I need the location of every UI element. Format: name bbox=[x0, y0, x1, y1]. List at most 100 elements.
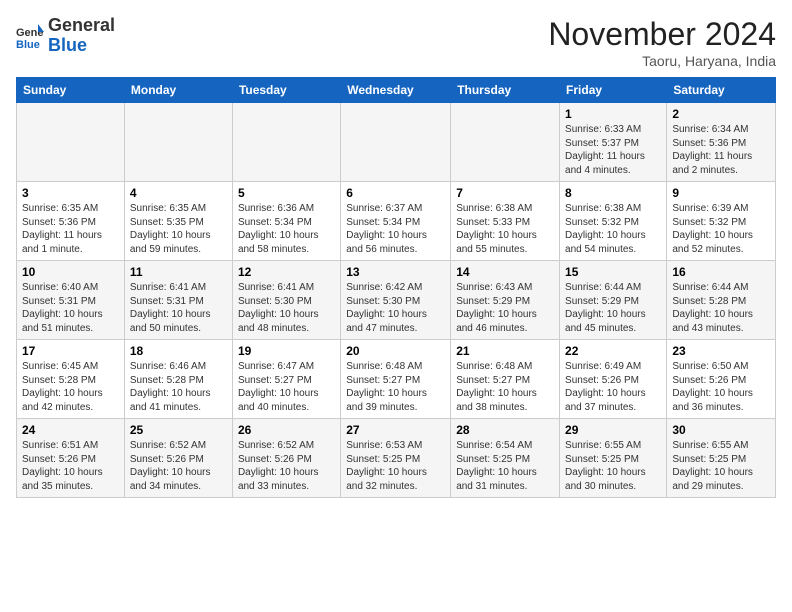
calendar-cell: 29 Sunrise: 6:55 AM Sunset: 5:25 PM Dayli… bbox=[560, 419, 667, 498]
logo: General Blue General Blue bbox=[16, 16, 115, 56]
calendar-cell: 20 Sunrise: 6:48 AM Sunset: 5:27 PM Dayli… bbox=[341, 340, 451, 419]
calendar-cell: 14Sunrise: 6:43 AM Sunset: 5:29 PM Dayli… bbox=[451, 261, 560, 340]
calendar-cell bbox=[341, 103, 451, 182]
day-info: Sunrise: 6:41 AM Sunset: 5:30 PM Dayligh… bbox=[238, 281, 335, 335]
calendar-week-row: 1Sunrise: 6:33 AM Sunset: 5:37 PM Daylig… bbox=[17, 103, 776, 182]
day-info: Sunrise: 6:45 AM Sunset: 5:28 PM Dayligh… bbox=[22, 360, 119, 414]
calendar-cell: 23 Sunrise: 6:50 AM Sunset: 5:26 PM Dayli… bbox=[667, 340, 776, 419]
calendar-cell: 5 Sunrise: 6:36 AM Sunset: 5:34 PM Daylig… bbox=[232, 182, 340, 261]
svg-text:Blue: Blue bbox=[16, 39, 40, 50]
day-info: Sunrise: 6:49 AM Sunset: 5:26 PM Dayligh… bbox=[565, 360, 661, 414]
day-number: 13 bbox=[346, 265, 445, 279]
weekday-header-friday: Friday bbox=[560, 78, 667, 103]
day-number: 23 bbox=[672, 344, 770, 358]
calendar-cell: 22 Sunrise: 6:49 AM Sunset: 5:26 PM Dayli… bbox=[560, 340, 667, 419]
day-number: 20 bbox=[346, 344, 445, 358]
day-number: 27 bbox=[346, 423, 445, 437]
day-number: 19 bbox=[238, 344, 335, 358]
day-number: 10 bbox=[22, 265, 119, 279]
day-info: Sunrise: 6:54 AM Sunset: 5:25 PM Dayligh… bbox=[456, 439, 554, 493]
day-info: Sunrise: 6:48 AM Sunset: 5:27 PM Dayligh… bbox=[456, 360, 554, 414]
day-number: 8 bbox=[565, 186, 661, 200]
calendar-cell: 24 Sunrise: 6:51 AM Sunset: 5:26 PM Dayli… bbox=[17, 419, 125, 498]
day-number: 16 bbox=[672, 265, 770, 279]
day-number: 29 bbox=[565, 423, 661, 437]
day-info: Sunrise: 6:41 AM Sunset: 5:31 PM Dayligh… bbox=[130, 281, 227, 335]
calendar-cell: 15 Sunrise: 6:44 AM Sunset: 5:29 PM Dayli… bbox=[560, 261, 667, 340]
day-info: Sunrise: 6:36 AM Sunset: 5:34 PM Dayligh… bbox=[238, 202, 335, 256]
day-info: Sunrise: 6:39 AM Sunset: 5:32 PM Dayligh… bbox=[672, 202, 770, 256]
title-block: November 2024 Taoru, Haryana, India bbox=[548, 16, 776, 69]
calendar-week-row: 17 Sunrise: 6:45 AM Sunset: 5:28 PM Dayli… bbox=[17, 340, 776, 419]
weekday-header-wednesday: Wednesday bbox=[341, 78, 451, 103]
calendar-cell: 11 Sunrise: 6:41 AM Sunset: 5:31 PM Dayli… bbox=[124, 261, 232, 340]
day-number: 30 bbox=[672, 423, 770, 437]
day-number: 15 bbox=[565, 265, 661, 279]
calendar-cell: 25 Sunrise: 6:52 AM Sunset: 5:26 PM Dayli… bbox=[124, 419, 232, 498]
day-info: Sunrise: 6:43 AM Sunset: 5:29 PM Dayligh… bbox=[456, 281, 554, 335]
day-info: Sunrise: 6:47 AM Sunset: 5:27 PM Dayligh… bbox=[238, 360, 335, 414]
logo-blue-text: Blue bbox=[48, 35, 87, 55]
day-number: 18 bbox=[130, 344, 227, 358]
day-info: Sunrise: 6:44 AM Sunset: 5:29 PM Dayligh… bbox=[565, 281, 661, 335]
weekday-header-tuesday: Tuesday bbox=[232, 78, 340, 103]
day-number: 6 bbox=[346, 186, 445, 200]
calendar-cell bbox=[124, 103, 232, 182]
day-number: 26 bbox=[238, 423, 335, 437]
calendar-cell: 19 Sunrise: 6:47 AM Sunset: 5:27 PM Dayli… bbox=[232, 340, 340, 419]
day-info: Sunrise: 6:35 AM Sunset: 5:36 PM Dayligh… bbox=[22, 202, 119, 256]
day-info: Sunrise: 6:52 AM Sunset: 5:26 PM Dayligh… bbox=[130, 439, 227, 493]
calendar-header-row: SundayMondayTuesdayWednesdayThursdayFrid… bbox=[17, 78, 776, 103]
calendar-cell: 28 Sunrise: 6:54 AM Sunset: 5:25 PM Dayli… bbox=[451, 419, 560, 498]
day-number: 9 bbox=[672, 186, 770, 200]
day-info: Sunrise: 6:42 AM Sunset: 5:30 PM Dayligh… bbox=[346, 281, 445, 335]
calendar-cell: 17 Sunrise: 6:45 AM Sunset: 5:28 PM Dayli… bbox=[17, 340, 125, 419]
calendar-cell: 4Sunrise: 6:35 AM Sunset: 5:35 PM Daylig… bbox=[124, 182, 232, 261]
day-info: Sunrise: 6:53 AM Sunset: 5:25 PM Dayligh… bbox=[346, 439, 445, 493]
day-number: 11 bbox=[130, 265, 227, 279]
day-info: Sunrise: 6:46 AM Sunset: 5:28 PM Dayligh… bbox=[130, 360, 227, 414]
day-info: Sunrise: 6:55 AM Sunset: 5:25 PM Dayligh… bbox=[672, 439, 770, 493]
calendar-cell: 27 Sunrise: 6:53 AM Sunset: 5:25 PM Dayli… bbox=[341, 419, 451, 498]
day-number: 2 bbox=[672, 107, 770, 121]
day-number: 7 bbox=[456, 186, 554, 200]
calendar-week-row: 3Sunrise: 6:35 AM Sunset: 5:36 PM Daylig… bbox=[17, 182, 776, 261]
day-info: Sunrise: 6:37 AM Sunset: 5:34 PM Dayligh… bbox=[346, 202, 445, 256]
day-info: Sunrise: 6:55 AM Sunset: 5:25 PM Dayligh… bbox=[565, 439, 661, 493]
day-number: 17 bbox=[22, 344, 119, 358]
weekday-header-thursday: Thursday bbox=[451, 78, 560, 103]
calendar-cell: 1Sunrise: 6:33 AM Sunset: 5:37 PM Daylig… bbox=[560, 103, 667, 182]
calendar-cell: 26Sunrise: 6:52 AM Sunset: 5:26 PM Dayli… bbox=[232, 419, 340, 498]
calendar-cell bbox=[232, 103, 340, 182]
day-number: 5 bbox=[238, 186, 335, 200]
calendar-cell: 13 Sunrise: 6:42 AM Sunset: 5:30 PM Dayli… bbox=[341, 261, 451, 340]
calendar-cell: 9 Sunrise: 6:39 AM Sunset: 5:32 PM Daylig… bbox=[667, 182, 776, 261]
location-subtitle: Taoru, Haryana, India bbox=[548, 53, 776, 69]
day-info: Sunrise: 6:38 AM Sunset: 5:33 PM Dayligh… bbox=[456, 202, 554, 256]
logo-general-text: General bbox=[48, 15, 115, 35]
calendar-week-row: 10Sunrise: 6:40 AM Sunset: 5:31 PM Dayli… bbox=[17, 261, 776, 340]
calendar-cell: 12 Sunrise: 6:41 AM Sunset: 5:30 PM Dayli… bbox=[232, 261, 340, 340]
day-number: 24 bbox=[22, 423, 119, 437]
calendar-cell: 21 Sunrise: 6:48 AM Sunset: 5:27 PM Dayli… bbox=[451, 340, 560, 419]
day-info: Sunrise: 6:50 AM Sunset: 5:26 PM Dayligh… bbox=[672, 360, 770, 414]
calendar-cell: 8Sunrise: 6:38 AM Sunset: 5:32 PM Daylig… bbox=[560, 182, 667, 261]
day-number: 12 bbox=[238, 265, 335, 279]
day-info: Sunrise: 6:48 AM Sunset: 5:27 PM Dayligh… bbox=[346, 360, 445, 414]
day-info: Sunrise: 6:35 AM Sunset: 5:35 PM Dayligh… bbox=[130, 202, 227, 256]
day-number: 25 bbox=[130, 423, 227, 437]
calendar-table: SundayMondayTuesdayWednesdayThursdayFrid… bbox=[16, 77, 776, 498]
day-info: Sunrise: 6:44 AM Sunset: 5:28 PM Dayligh… bbox=[672, 281, 770, 335]
weekday-header-monday: Monday bbox=[124, 78, 232, 103]
day-number: 1 bbox=[565, 107, 661, 121]
logo-icon: General Blue bbox=[16, 22, 44, 50]
calendar-cell: 6 Sunrise: 6:37 AM Sunset: 5:34 PM Daylig… bbox=[341, 182, 451, 261]
day-number: 22 bbox=[565, 344, 661, 358]
day-info: Sunrise: 6:51 AM Sunset: 5:26 PM Dayligh… bbox=[22, 439, 119, 493]
day-number: 21 bbox=[456, 344, 554, 358]
day-number: 28 bbox=[456, 423, 554, 437]
weekday-header-saturday: Saturday bbox=[667, 78, 776, 103]
calendar-cell: 3Sunrise: 6:35 AM Sunset: 5:36 PM Daylig… bbox=[17, 182, 125, 261]
weekday-header-sunday: Sunday bbox=[17, 78, 125, 103]
calendar-week-row: 24 Sunrise: 6:51 AM Sunset: 5:26 PM Dayli… bbox=[17, 419, 776, 498]
